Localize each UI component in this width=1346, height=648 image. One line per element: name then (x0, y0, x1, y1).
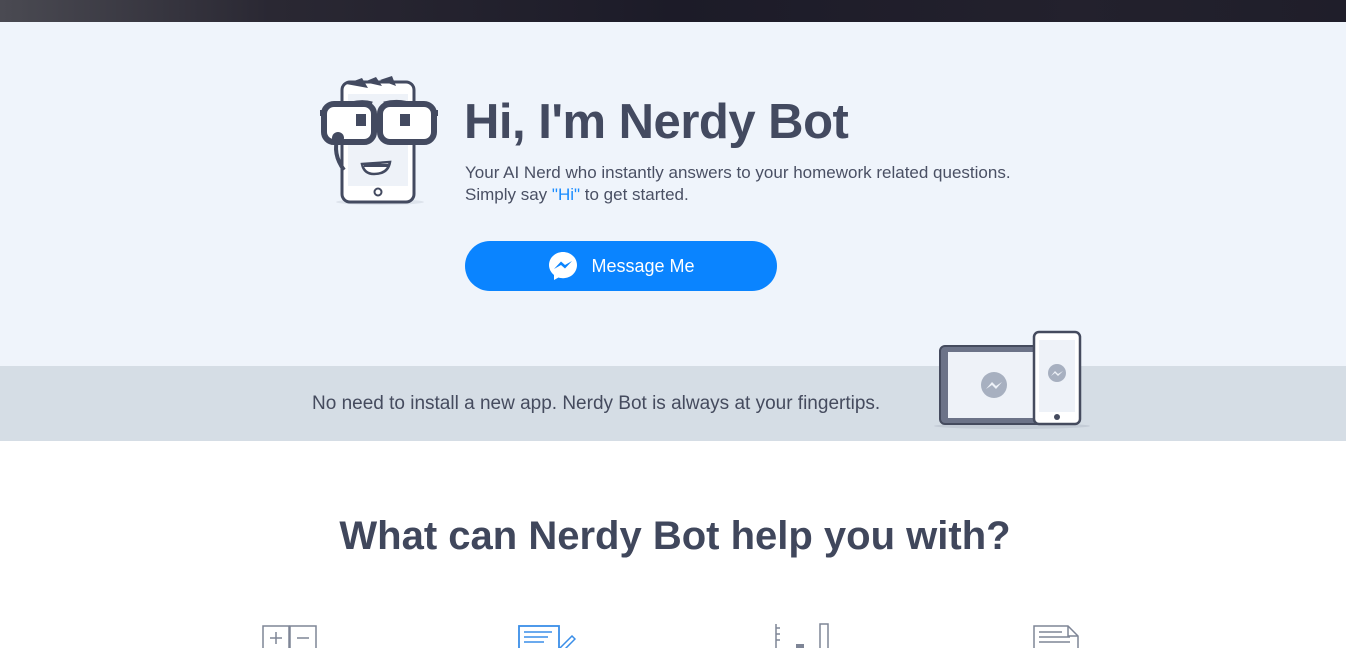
hero-title: Hi, I'm Nerdy Bot (464, 95, 849, 149)
message-me-label: Message Me (591, 255, 695, 276)
no-install-text: No need to install a new app. Nerdy Bot … (312, 393, 881, 414)
tablet-phone-icon (934, 330, 1090, 429)
header-background-image (0, 0, 1346, 22)
messenger-icon (549, 252, 578, 280)
ruler-icon (775, 623, 829, 648)
document-edit-icon (518, 625, 576, 648)
nerdy-bot-mascot-icon (320, 76, 438, 205)
features-section-title: What can Nerdy Bot help you with? (339, 514, 1011, 558)
math-operators-icon (262, 625, 317, 648)
paper-document-icon (1033, 625, 1079, 648)
message-me-button[interactable]: Message Me (465, 241, 777, 291)
hero-description-line2-prefix: Simply say (465, 185, 552, 204)
hi-keyword: "Hi" (551, 185, 581, 204)
hero-description: Your AI Nerd who instantly answers to yo… (465, 162, 1011, 206)
hero-description-line2-suffix: to get started. (580, 185, 689, 204)
hero-description-line1: Your AI Nerd who instantly answers to yo… (465, 163, 1011, 182)
